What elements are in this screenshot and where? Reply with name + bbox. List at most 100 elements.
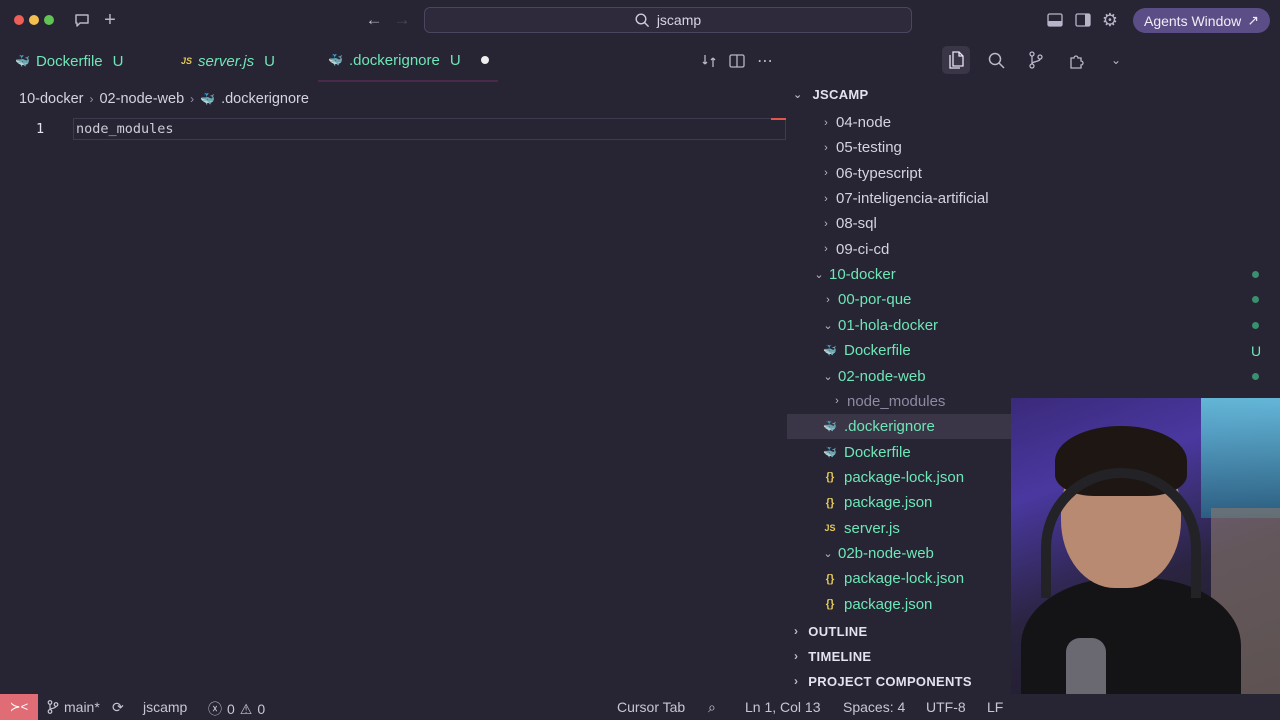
new-chat-plus-icon[interactable]: +	[100, 9, 120, 31]
command-search-box[interactable]: jscamp	[424, 7, 912, 33]
indentation-item[interactable]: Spaces: 4	[843, 699, 905, 715]
chevron-down-icon: ⌄	[823, 370, 833, 383]
branch-name: main*	[64, 699, 100, 715]
chevron-down-icon: ⌄	[823, 547, 833, 560]
split-editor-icon[interactable]	[727, 51, 747, 71]
code-editor[interactable]: 1 node_modules	[0, 114, 787, 694]
tree-folder-item[interactable]: ⌄ 02-node-web	[787, 364, 1280, 389]
eol-item[interactable]: LF	[987, 699, 1003, 715]
encoding-label: UTF-8	[926, 699, 966, 715]
search-icon[interactable]	[982, 46, 1010, 74]
tree-item-label: .dockerignore	[844, 418, 935, 436]
tree-item-label: 08-sql	[836, 215, 877, 233]
tree-item-label: package-lock.json	[844, 570, 965, 588]
branch-icon	[47, 700, 59, 714]
chevron-right-icon: ›	[824, 243, 828, 256]
tree-item-label: 00-por-que	[838, 291, 912, 309]
breadcrumb-item[interactable]: .dockerignore	[221, 91, 309, 107]
search-text: jscamp	[656, 12, 702, 28]
untracked-badge: U	[112, 52, 124, 70]
source-control-icon[interactable]	[1022, 46, 1050, 74]
back-arrow-icon[interactable]: ←	[364, 10, 384, 30]
explorer-root-header[interactable]: ⌄ JSCAMP	[793, 82, 869, 106]
json-file-icon: {}	[825, 496, 835, 509]
toggle-sidebar-icon[interactable]	[1073, 10, 1093, 30]
cursor-tab-item[interactable]: Cursor Tab	[617, 699, 685, 715]
tree-folder-item[interactable]: › 00-por-que	[787, 287, 1280, 312]
chevron-right-icon: ›	[824, 217, 828, 230]
extensions-puzzle-icon[interactable]	[1062, 46, 1090, 74]
outline-section-header[interactable]: › OUTLINE	[794, 619, 867, 643]
sidebar-activity-bar: ⌄	[942, 46, 1130, 74]
cursor-position-item[interactable]: Ln 1, Col 13	[745, 699, 821, 715]
git-modified-dot-icon	[1252, 271, 1259, 279]
untracked-badge: U	[449, 51, 461, 69]
toggle-panel-icon[interactable]	[1045, 10, 1065, 30]
tree-folder-item[interactable]: › 06-typescript	[787, 161, 1280, 186]
tab-label: server.js	[198, 52, 255, 70]
explorer-root-label: JSCAMP	[812, 86, 869, 102]
tree-item-label: 05-testing	[836, 139, 902, 157]
indentation-label: Spaces: 4	[843, 699, 906, 715]
zoom-search-icon[interactable]: ⌕	[708, 699, 716, 716]
tree-folder-item[interactable]: › 05-testing	[787, 135, 1280, 160]
chevron-right-icon: ›	[794, 624, 799, 638]
more-actions-icon[interactable]: ⋯	[755, 51, 775, 71]
git-branch-item[interactable]: main*	[47, 699, 100, 715]
json-file-icon: {}	[825, 572, 835, 585]
json-file-icon: {}	[825, 598, 835, 611]
forward-arrow-icon[interactable]: →	[392, 10, 412, 30]
tree-item-label: 04-node	[836, 114, 892, 131]
tree-file-item[interactable]: 🐳 Dockerfile U	[787, 338, 1280, 363]
section-label: TIMELINE	[808, 648, 872, 664]
eol-label: LF	[987, 699, 1004, 715]
explorer-files-icon[interactable]	[942, 46, 970, 74]
workspace-name: jscamp	[143, 699, 188, 715]
unsaved-dot-icon[interactable]	[480, 56, 489, 64]
tree-folder-item[interactable]: ⌄ 10-docker	[787, 262, 1280, 287]
window-close-button[interactable]	[14, 15, 24, 25]
chevron-right-icon: ›	[190, 92, 195, 106]
tree-item-label: package.json	[844, 494, 933, 512]
project-components-section-header[interactable]: › PROJECT COMPONENTS	[794, 669, 972, 693]
tab-server-js[interactable]: JS server.js U	[181, 40, 275, 82]
tree-folder-item[interactable]: › 08-sql	[787, 211, 1280, 236]
chat-icon[interactable]	[72, 10, 92, 30]
window-minimize-button[interactable]	[29, 15, 39, 25]
tree-item-label: 06-typescript	[836, 164, 922, 182]
window-maximize-button[interactable]	[44, 15, 54, 25]
tab-dockerignore[interactable]: 🐳 .dockerignore U	[318, 40, 498, 82]
chevron-right-icon: ›	[826, 293, 830, 306]
encoding-item[interactable]: UTF-8	[926, 699, 966, 715]
breadcrumb-item[interactable]: 10-docker	[19, 91, 83, 107]
tree-item-label: 02b-node-web	[838, 544, 934, 562]
tree-folder-item[interactable]: › 07-inteligencia-artificial	[787, 186, 1280, 211]
sync-icon[interactable]: ⟳	[112, 699, 124, 716]
timeline-section-header[interactable]: › TIMELINE	[794, 644, 871, 668]
git-modified-dot-icon	[1252, 296, 1259, 304]
remote-indicator-icon[interactable]: ≻<	[0, 694, 38, 720]
editor-tab-bar: 🐳 Dockerfile U JS server.js U 🐳 .dockeri…	[0, 40, 787, 82]
chevron-right-icon: ›	[824, 141, 828, 154]
tab-label: Dockerfile	[35, 52, 103, 70]
tree-file-item[interactable]: 🐳 .dockerignore	[787, 414, 1011, 440]
code-line[interactable]: 1 node_modules	[0, 118, 787, 140]
webcam-overlay	[1011, 398, 1280, 720]
chevron-down-icon[interactable]: ⌄	[1102, 46, 1130, 74]
chevron-right-icon: ›	[794, 649, 799, 663]
tab-dockerfile[interactable]: 🐳 Dockerfile U	[15, 40, 123, 82]
settings-gear-icon[interactable]: ⚙	[1100, 10, 1120, 30]
agents-window-button[interactable]: Agents Window ↗	[1133, 8, 1270, 33]
background-light	[1201, 398, 1280, 518]
tree-folder-item[interactable]: ⌄ 01-hola-docker	[787, 313, 1280, 338]
tree-folder-item[interactable]: › 04-node	[787, 110, 1280, 135]
workspace-item[interactable]: jscamp	[143, 699, 187, 715]
tree-folder-item[interactable]: › 09-ci-cd	[787, 237, 1280, 262]
agents-window-label: Agents Window	[1143, 12, 1242, 29]
problems-item[interactable]: ⓧ 0 ⚠ 0	[208, 699, 265, 719]
breadcrumb-item[interactable]: 02-node-web	[99, 91, 184, 107]
section-label: OUTLINE	[808, 623, 868, 639]
docker-icon: 🐳	[823, 345, 837, 358]
line-code[interactable]: node_modules	[76, 121, 174, 137]
compare-changes-icon[interactable]	[699, 51, 719, 71]
